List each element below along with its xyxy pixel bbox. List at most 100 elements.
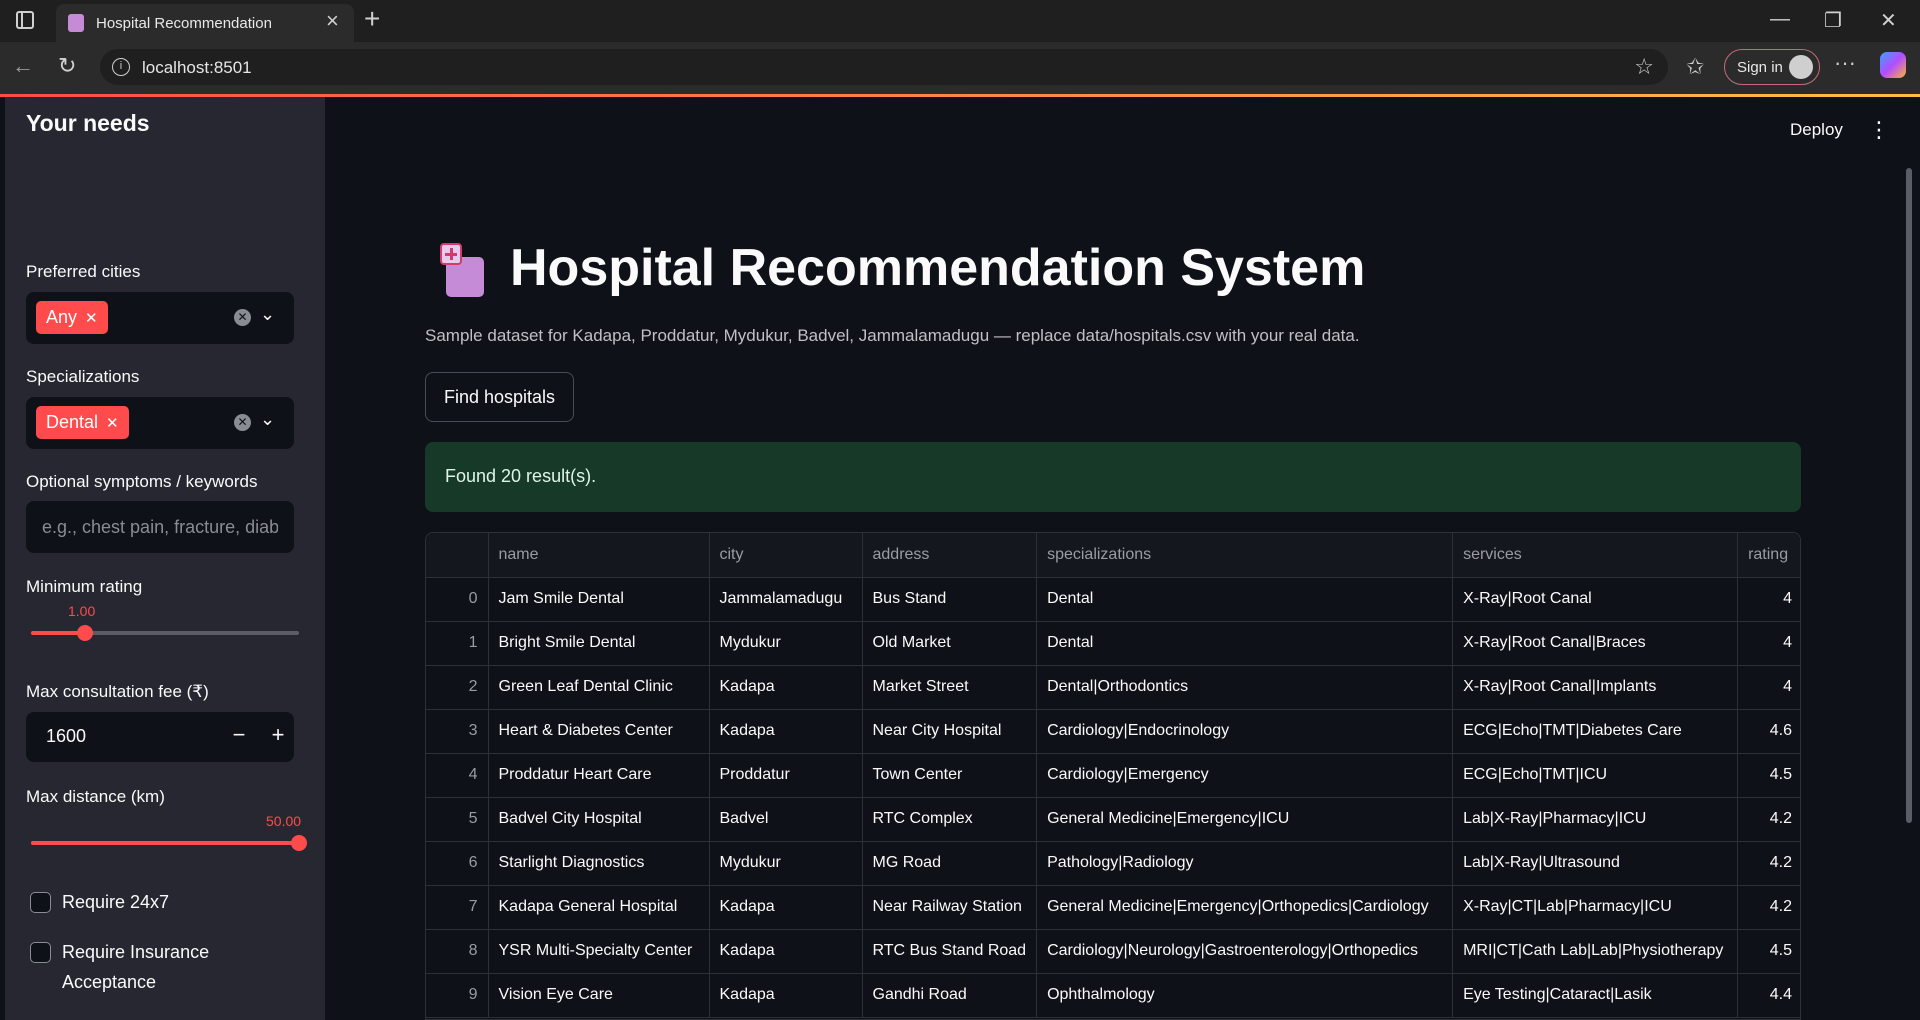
table-cell[interactable]: MRI|CT|Cath Lab|Lab|Physiotherapy	[1452, 929, 1739, 974]
row-index-cell[interactable]: 1	[426, 621, 489, 666]
row-index-cell[interactable]: 7	[426, 885, 489, 930]
table-cell[interactable]: X-Ray|Root Canal|Braces	[1452, 621, 1739, 666]
table-cell[interactable]: Market Street	[862, 665, 1038, 710]
table-row[interactable]: 0 Jam Smile Dental Jammalamadugu Bus Stand D…	[426, 577, 1800, 622]
clear-icon[interactable]: ✕	[234, 414, 251, 431]
table-cell[interactable]: 4	[1737, 577, 1800, 622]
table-cell[interactable]: Dental	[1036, 577, 1454, 622]
row-index-cell[interactable]: 3	[426, 709, 489, 754]
column-header[interactable]: rating	[1737, 533, 1800, 578]
rating-slider[interactable]	[31, 625, 299, 641]
table-cell[interactable]: Near Railway Station	[862, 885, 1038, 930]
column-header[interactable]: city	[709, 533, 863, 578]
table-cell[interactable]: Vision Eye Care	[488, 973, 710, 1018]
table-cell[interactable]: Jam Smile Dental	[488, 577, 710, 622]
distance-slider-thumb[interactable]	[291, 835, 307, 851]
table-cell[interactable]: Proddatur Heart Care	[488, 753, 710, 798]
table-cell[interactable]: Cardiology|Neurology|Gastroenterology|Or…	[1036, 929, 1454, 974]
row-index-cell[interactable]: 8	[426, 929, 489, 974]
table-cell[interactable]: Kadapa	[709, 929, 863, 974]
table-cell[interactable]: Near City Hospital	[862, 709, 1038, 754]
close-window-icon[interactable]: ✕	[1880, 8, 1897, 33]
table-cell[interactable]: 4.2	[1737, 885, 1800, 930]
table-cell[interactable]: RTC Complex	[862, 797, 1038, 842]
table-cell[interactable]: Kadapa	[709, 665, 863, 710]
table-row[interactable]: 2 Green Leaf Dental Clinic Kadapa Market St…	[426, 665, 1800, 710]
table-row[interactable]: 3 Heart & Diabetes Center Kadapa Near City …	[426, 709, 1800, 754]
column-header[interactable]: specializations	[1036, 533, 1454, 578]
table-cell[interactable]: Ophthalmology	[1036, 973, 1454, 1018]
site-info-icon[interactable]: i	[112, 58, 130, 76]
url-text[interactable]: localhost:8501	[142, 58, 252, 78]
table-cell[interactable]: Old Market	[862, 621, 1038, 666]
close-tab-icon[interactable]: ×	[326, 10, 339, 32]
table-cell[interactable]: 4.6	[1737, 709, 1800, 754]
more-options-icon[interactable]: ···	[1834, 50, 1856, 76]
row-index-cell[interactable]: 0	[426, 577, 489, 622]
table-cell[interactable]: Cardiology|Endocrinology	[1036, 709, 1454, 754]
row-index-cell[interactable]: 6	[426, 841, 489, 886]
table-row[interactable]: 1 Bright Smile Dental Mydukur Old Market Den…	[426, 621, 1800, 666]
table-cell[interactable]: X-Ray|CT|Lab|Pharmacy|ICU	[1452, 885, 1739, 930]
table-cell[interactable]: 4	[1737, 621, 1800, 666]
rating-slider-thumb[interactable]	[77, 625, 93, 641]
clear-icon[interactable]: ✕	[234, 309, 251, 326]
table-cell[interactable]: Bright Smile Dental	[488, 621, 710, 666]
remove-chip-icon[interactable]: ✕	[85, 310, 98, 327]
table-cell[interactable]: Lab|X-Ray|Ultrasound	[1452, 841, 1739, 886]
table-cell[interactable]: Pathology|Radiology	[1036, 841, 1454, 886]
row-index-cell[interactable]: 4	[426, 753, 489, 798]
distance-slider[interactable]	[31, 835, 307, 851]
specialization-chip[interactable]: Dental ✕	[36, 406, 129, 439]
bookmark-star-icon[interactable]: ☆	[1634, 54, 1654, 80]
table-cell[interactable]: General Medicine|Emergency|Orthopedics|C…	[1036, 885, 1454, 930]
minimize-icon[interactable]: —	[1770, 8, 1790, 31]
table-row[interactable]: 8 YSR Multi-Specialty Center Kadapa RTC Bus…	[426, 929, 1800, 974]
table-row[interactable]: 4 Proddatur Heart Care Proddatur Town Cente…	[426, 753, 1800, 798]
table-cell[interactable]: General Medicine|Emergency|ICU	[1036, 797, 1454, 842]
main-menu-icon[interactable]: ⋮	[1868, 117, 1890, 143]
deploy-button[interactable]: Deploy	[1790, 120, 1843, 140]
table-cell[interactable]: Green Leaf Dental Clinic	[488, 665, 710, 710]
table-cell[interactable]: 4.2	[1737, 797, 1800, 842]
column-header[interactable]	[426, 533, 489, 578]
find-hospitals-button[interactable]: Find hospitals	[425, 372, 574, 422]
table-cell[interactable]: Kadapa General Hospital	[488, 885, 710, 930]
table-cell[interactable]: Kadapa	[709, 709, 863, 754]
require-24x7-label[interactable]: Require 24x7	[62, 887, 169, 917]
column-header[interactable]: name	[488, 533, 710, 578]
table-cell[interactable]: MG Road	[862, 841, 1038, 886]
new-tab-icon[interactable]: +	[364, 4, 380, 34]
table-row[interactable]: 6 Starlight Diagnostics Mydukur MG Road Path…	[426, 841, 1800, 886]
table-row[interactable]: 7 Kadapa General Hospital Kadapa Near Railw…	[426, 885, 1800, 930]
column-header[interactable]: address	[862, 533, 1038, 578]
require-insurance-label[interactable]: Require Insurance Acceptance	[62, 937, 252, 997]
scrollbar[interactable]	[1906, 168, 1912, 823]
row-index-cell[interactable]: 9	[426, 973, 489, 1018]
row-index-cell[interactable]: 5	[426, 797, 489, 842]
tab-actions-icon[interactable]	[16, 11, 34, 29]
table-cell[interactable]: YSR Multi-Specialty Center	[488, 929, 710, 974]
sign-in-button[interactable]: Sign in	[1724, 49, 1820, 85]
favorites-icon[interactable]: ✩	[1686, 54, 1704, 80]
remove-chip-icon[interactable]: ✕	[106, 415, 119, 432]
fee-number-input[interactable]: 1600 − +	[26, 712, 294, 762]
require-24x7-checkbox[interactable]	[30, 892, 51, 913]
chevron-down-icon[interactable]: ⌄	[260, 304, 275, 325]
table-cell[interactable]: Eye Testing|Cataract|Lasik	[1452, 973, 1739, 1018]
require-insurance-checkbox[interactable]	[30, 942, 51, 963]
table-cell[interactable]: Lab|X-Ray|Pharmacy|ICU	[1452, 797, 1739, 842]
city-chip[interactable]: Any ✕	[36, 301, 108, 334]
decrement-button[interactable]: −	[224, 722, 254, 748]
back-icon[interactable]: ←	[12, 54, 34, 78]
table-cell[interactable]: 4.5	[1737, 929, 1800, 974]
table-cell[interactable]: 4	[1737, 665, 1800, 710]
table-cell[interactable]: 4.5	[1737, 753, 1800, 798]
increment-button[interactable]: +	[263, 722, 293, 748]
table-cell[interactable]: Dental	[1036, 621, 1454, 666]
table-cell[interactable]: Cardiology|Emergency	[1036, 753, 1454, 798]
table-cell[interactable]: Bus Stand	[862, 577, 1038, 622]
table-cell[interactable]: 4.2	[1737, 841, 1800, 886]
cities-multiselect[interactable]: Any ✕ ✕ ⌄	[26, 292, 294, 344]
table-cell[interactable]: Town Center	[862, 753, 1038, 798]
